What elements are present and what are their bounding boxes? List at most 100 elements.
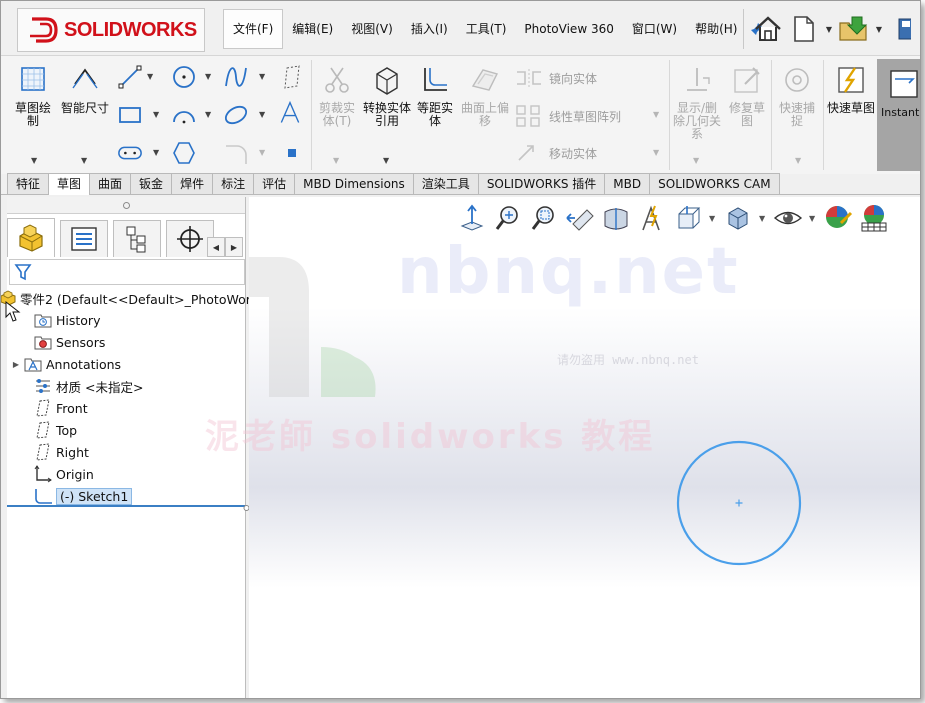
front-plane-label: Front — [56, 400, 88, 416]
offset-on-surface-button[interactable]: 曲面上偏移 — [461, 64, 509, 128]
relations-icon — [687, 68, 710, 91]
tree-item-sketch1[interactable]: (-) Sketch1 — [7, 485, 245, 507]
tree-filter[interactable] — [9, 259, 245, 285]
scroll-left-button[interactable]: ◀ — [207, 237, 225, 257]
arc-dropdown[interactable]: ▼ — [205, 110, 211, 119]
quick-snaps-dropdown[interactable]: ▼ — [795, 156, 801, 165]
line-button[interactable] — [117, 64, 143, 90]
spline-dropdown[interactable]: ▼ — [259, 72, 265, 81]
circle-center-point[interactable] — [735, 499, 743, 507]
circle-button[interactable] — [171, 64, 197, 90]
menu-insert[interactable]: 插入(I) — [402, 10, 457, 48]
tree-item-history[interactable]: History — [7, 309, 245, 331]
menu-tools[interactable]: 工具(T) — [457, 10, 516, 48]
annotations-expand-arrow[interactable]: ▶ — [11, 360, 21, 369]
solidworks-window: SOLIDWORKS 文件(F) 编辑(E) 视图(V) 插入(I) 工具(T)… — [0, 0, 921, 699]
part-name: 零件2 (Default<<Default>_PhotoWor — [20, 291, 251, 307]
rollback-bar[interactable] — [7, 505, 245, 507]
rectangle-dropdown[interactable]: ▼ — [153, 110, 159, 119]
tree-item-annotations[interactable]: ▶ Annotations — [7, 353, 245, 375]
tab-sheet-metal[interactable]: 钣金 — [130, 173, 173, 194]
sketch-dropdown[interactable]: ▼ — [31, 156, 37, 165]
fillet-button[interactable] — [223, 140, 249, 166]
instant2d-button[interactable]: Instant — [877, 59, 920, 171]
tab-solidworks-cam[interactable]: SOLIDWORKS CAM — [649, 173, 780, 194]
convert-dropdown[interactable]: ▼ — [383, 156, 389, 165]
smart-dimension-button[interactable]: 智能尺寸 — [61, 64, 109, 115]
quick-snaps-button[interactable]: 快速捕捉 — [775, 64, 819, 128]
tree-item-origin[interactable]: Origin — [7, 463, 245, 485]
panel-grip[interactable] — [7, 197, 245, 214]
offset-entities-button[interactable]: 等距实体 — [413, 64, 457, 128]
tab-weldments[interactable]: 焊件 — [171, 173, 214, 194]
ellipse-icon — [224, 105, 248, 125]
property-manager-tab[interactable] — [60, 220, 108, 257]
tab-features[interactable]: 特征 — [7, 173, 50, 194]
configuration-manager-tab[interactable] — [113, 220, 161, 257]
text-button[interactable] — [277, 100, 303, 126]
convert-entities-button[interactable]: 转换实体引用 — [363, 64, 411, 128]
tab-surfaces[interactable]: 曲面 — [89, 173, 132, 194]
menu-window[interactable]: 窗口(W) — [623, 10, 686, 48]
slot-button[interactable] — [117, 140, 143, 166]
manager-tab-scroll: ◀ ▶ — [207, 237, 243, 257]
tab-markup[interactable]: 标注 — [212, 173, 255, 194]
home-button[interactable] — [752, 13, 784, 45]
feature-manager-tab[interactable] — [7, 218, 55, 257]
point-button[interactable] — [279, 140, 305, 166]
tree-item-sensors[interactable]: Sensors — [7, 331, 245, 353]
new-document-button[interactable] — [788, 13, 820, 45]
slot-dropdown[interactable]: ▼ — [153, 148, 159, 157]
linear-pattern-dropdown[interactable]: ▼ — [653, 110, 659, 119]
tree-root-part[interactable]: 零件2 (Default<<Default>_PhotoWor — [1, 287, 251, 309]
tree-item-material[interactable]: 材质 <未指定> — [7, 375, 245, 397]
arc-button[interactable] — [171, 102, 197, 128]
open-dropdown[interactable]: ▼ — [874, 13, 884, 45]
spline-icon — [225, 67, 247, 87]
rectangle-button[interactable] — [117, 102, 143, 128]
menu-view[interactable]: 视图(V) — [342, 10, 402, 48]
ellipse-dropdown[interactable]: ▼ — [259, 110, 265, 119]
circle-dropdown[interactable]: ▼ — [205, 72, 211, 81]
line-dropdown[interactable]: ▼ — [147, 72, 153, 81]
relations-dropdown[interactable]: ▼ — [693, 156, 699, 165]
tab-evaluate[interactable]: 评估 — [253, 173, 296, 194]
mouse-cursor-icon — [5, 301, 21, 322]
smart-dimension-icon — [72, 68, 98, 89]
mirror-entities-button[interactable]: 镜向实体 — [515, 68, 597, 88]
reference-geometry-button[interactable] — [279, 64, 305, 90]
trim-entities-button[interactable]: 剪裁实体(T) — [315, 64, 359, 128]
tab-mbd-dimensions[interactable]: MBD Dimensions — [294, 173, 414, 194]
menu-file[interactable]: 文件(F) — [223, 9, 284, 49]
menu-edit[interactable]: 编辑(E) — [283, 10, 342, 48]
tab-render-tools[interactable]: 渲染工具 — [412, 173, 479, 194]
menu-photoview[interactable]: PhotoView 360 — [515, 10, 622, 48]
trim-dropdown[interactable]: ▼ — [333, 156, 339, 165]
graphics-area[interactable]: nbnq.net 请勿盗用 www.nbnq.net 泥老師 solidwork… — [205, 197, 920, 698]
display-relations-button[interactable]: 显示/删除几何关系 — [673, 64, 721, 141]
tab-solidworks-addins[interactable]: SOLIDWORKS 插件 — [477, 173, 606, 194]
offset-surface-label: 曲面上偏移 — [461, 101, 510, 128]
rectangle-icon — [119, 107, 141, 123]
move-entities-button[interactable]: 移动实体 — [515, 142, 597, 164]
solidworks-logo[interactable]: SOLIDWORKS — [17, 8, 205, 52]
sketch-canvas[interactable] — [249, 197, 920, 698]
rapid-sketch-button[interactable]: 快速草图 — [827, 64, 875, 115]
sketch-button[interactable]: 草图绘制 — [11, 64, 55, 128]
move-dropdown[interactable]: ▼ — [653, 148, 659, 157]
ellipse-button[interactable] — [223, 102, 249, 128]
tab-sketch[interactable]: 草图 — [48, 173, 91, 195]
new-document-icon — [794, 16, 814, 42]
polygon-button[interactable] — [171, 140, 197, 166]
save-button[interactable] — [888, 13, 920, 45]
tab-mbd[interactable]: MBD — [604, 173, 651, 194]
smart-dimension-dropdown[interactable]: ▼ — [81, 156, 87, 165]
repair-sketch-button[interactable]: 修复草图 — [725, 64, 769, 128]
linear-pattern-button[interactable]: 线性草图阵列 — [515, 104, 621, 128]
spline-button[interactable] — [223, 64, 249, 90]
fillet-dropdown[interactable]: ▼ — [259, 148, 265, 157]
new-document-dropdown[interactable]: ▼ — [824, 13, 834, 45]
menu-help[interactable]: 帮助(H) — [686, 10, 746, 48]
open-button[interactable] — [838, 13, 870, 45]
scroll-right-button[interactable]: ▶ — [225, 237, 243, 257]
